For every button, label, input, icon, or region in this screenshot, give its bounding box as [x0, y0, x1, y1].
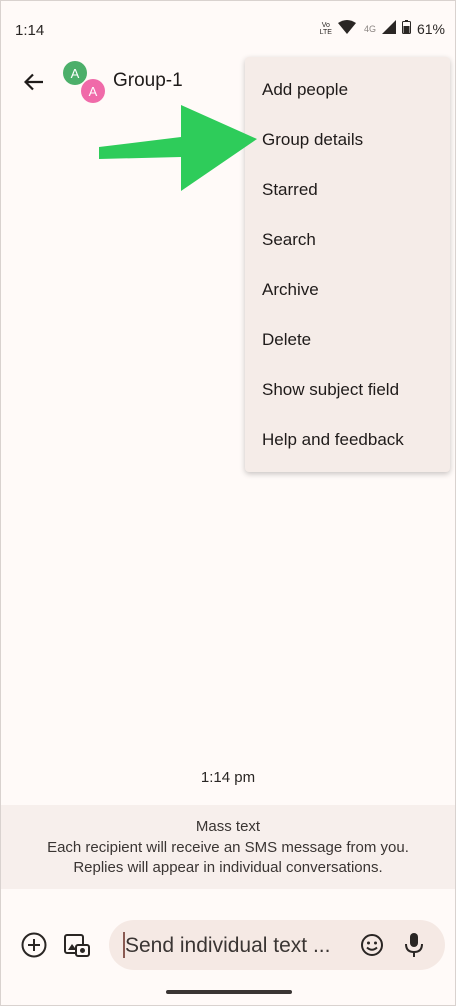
phone-screen: 1:14 Vo LTE 4G 61% A A Group-1 Add peopl… [0, 0, 456, 1006]
message-composer [109, 920, 445, 970]
wifi-icon [337, 20, 356, 37]
status-time: 1:14 [15, 22, 45, 39]
menu-item-show-subject-field[interactable]: Show subject field [245, 365, 450, 415]
back-button[interactable] [19, 67, 49, 97]
battery-percent: 61% [416, 20, 445, 37]
emoji-icon [361, 934, 383, 956]
gallery-icon [64, 934, 90, 957]
mass-text-title: Mass text [195, 818, 261, 835]
menu-item-group-details[interactable]: Group details [245, 115, 450, 165]
network-type: 4G [363, 23, 376, 34]
mass-text-line: Replies will appear in individual conver… [73, 859, 383, 876]
battery-icon [401, 20, 411, 37]
home-indicator[interactable] [166, 990, 292, 994]
message-input[interactable] [123, 928, 347, 964]
volte-icon: Vo LTE [319, 21, 332, 36]
gallery-button[interactable] [63, 931, 91, 959]
overflow-menu: Add people Group details Starred Search … [245, 57, 450, 472]
microphone-icon [405, 933, 423, 957]
menu-item-add-people[interactable]: Add people [245, 65, 450, 115]
menu-item-search[interactable]: Search [245, 215, 450, 265]
status-bar: 1:14 Vo LTE 4G 61% [1, 1, 455, 57]
menu-item-help-and-feedback[interactable]: Help and feedback [245, 415, 450, 465]
annotation-arrow-icon [99, 105, 257, 191]
conversation-title[interactable]: Group-1 [113, 70, 183, 92]
avatar[interactable]: A [81, 79, 105, 103]
back-arrow-icon [24, 73, 43, 91]
avatar[interactable]: A [63, 61, 87, 85]
menu-item-delete[interactable]: Delete [245, 315, 450, 365]
signal-icon [381, 20, 396, 37]
add-attachment-button[interactable] [21, 932, 47, 958]
mass-text-line: Each recipient will receive an SMS messa… [47, 838, 409, 856]
voice-input-button[interactable] [404, 932, 424, 958]
emoji-button[interactable] [360, 933, 384, 957]
status-icons: Vo LTE 4G 61% [320, 20, 445, 37]
message-timestamp: 1:14 pm [200, 769, 256, 786]
menu-item-starred[interactable]: Starred [245, 165, 450, 215]
plus-circle-icon [21, 932, 47, 958]
menu-item-archive[interactable]: Archive [245, 265, 450, 315]
mass-text-info: Mass text Each recipient will receive an… [1, 805, 455, 889]
